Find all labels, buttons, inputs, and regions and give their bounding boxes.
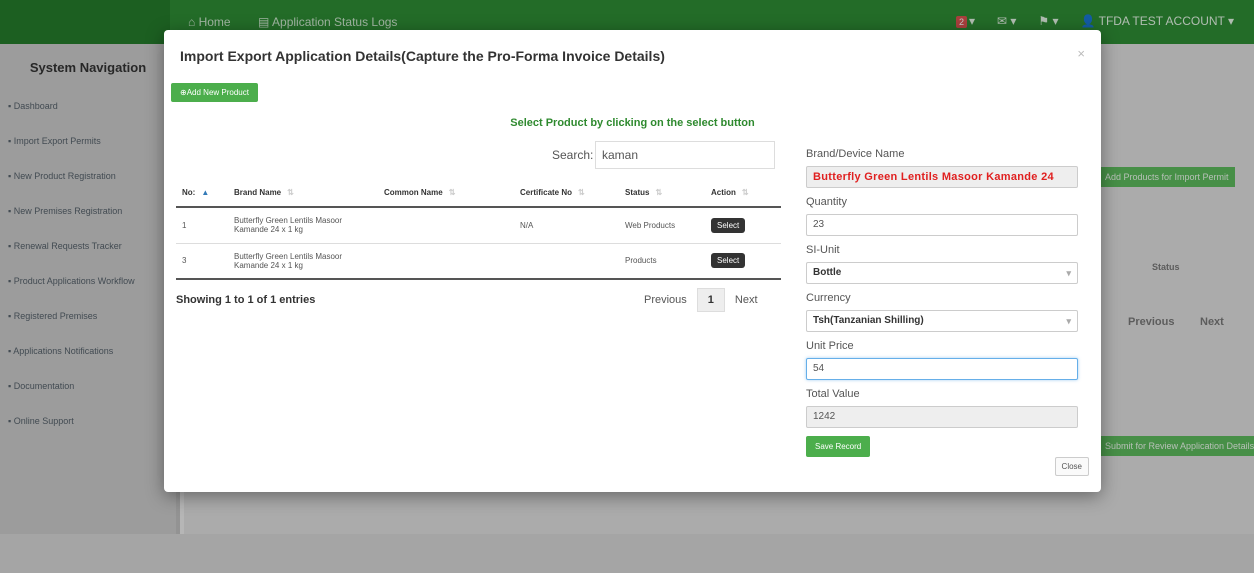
cell-no: 3 [176, 243, 228, 280]
select-button[interactable]: Select [711, 217, 746, 233]
currency-label: Currency [806, 292, 851, 304]
table-header-row: No: ▲ Brand Name ⇅ Common Name ⇅ Certificat… [176, 179, 781, 208]
brand-line-1: Butterfly Green Lentils Masoor [234, 251, 343, 261]
close-button[interactable]: Close [1054, 457, 1089, 476]
column-label: No: [182, 188, 196, 197]
cell-status: Products [619, 243, 705, 280]
add-new-product-label: Add New Product [186, 88, 249, 97]
current-page[interactable]: 1 [696, 288, 725, 312]
column-header-common-name[interactable]: Common Name ⇅ [378, 179, 514, 208]
brand-field: Butterfly Green Lentils Masoor Kamande 2… [806, 166, 1078, 188]
si-unit-value: Bottle [813, 267, 842, 278]
si-unit-select[interactable]: Bottle ▾ [806, 262, 1078, 284]
column-header-action[interactable]: Action ⇅ [705, 179, 781, 208]
cell-certificate-no [514, 243, 619, 280]
column-header-certificate-no[interactable]: Certificate No ⇅ [514, 179, 619, 208]
table-info: Showing 1 to 1 of 1 entries [176, 294, 316, 306]
column-header-brand-name[interactable]: Brand Name ⇅ [228, 179, 378, 208]
column-label: Status [625, 188, 650, 197]
cell-no: 1 [176, 207, 228, 244]
currency-select[interactable]: Tsh(Tanzanian Shilling) ▾ [806, 310, 1078, 332]
sort-icon: ⇅ [287, 188, 294, 197]
unit-price-field[interactable]: 54 [806, 358, 1078, 380]
brand-line-1: Butterfly Green Lentils Masoor [234, 216, 343, 226]
search-label: Search: [552, 148, 594, 162]
cell-brand-name: Butterfly Green Lentils Masoor Kamande 24… [228, 207, 378, 244]
pagination: Previous 1 Next [634, 288, 768, 312]
cell-action: Select [705, 243, 781, 280]
sort-icon: ⇅ [448, 188, 456, 197]
next-page-link[interactable]: Next [725, 289, 768, 311]
cell-common-name [378, 207, 514, 244]
currency-value: Tsh(Tanzanian Shilling) [813, 315, 924, 326]
column-header-status[interactable]: Status ⇅ [619, 179, 705, 208]
cell-action: Select [705, 207, 781, 244]
modal-title: Import Export Application Details(Captur… [180, 48, 665, 64]
column-label: Common Name [384, 188, 443, 197]
brand-line-2: Kamande 24 x 1 kg [234, 225, 303, 235]
chevron-down-icon: ▾ [1066, 268, 1071, 278]
quantity-label: Quantity [806, 196, 847, 208]
cell-certificate-no: N/A [514, 207, 619, 244]
column-label: Brand Name [234, 188, 282, 197]
close-icon[interactable]: × [1077, 46, 1085, 61]
select-button[interactable]: Select [711, 253, 746, 269]
cell-common-name [378, 243, 514, 280]
sort-icon: ⇅ [741, 188, 749, 197]
product-form: Brand/Device Name Butterfly Green Lentil… [806, 148, 1080, 457]
sort-asc-icon: ▲ [201, 188, 210, 197]
column-header-no[interactable]: No: ▲ [176, 179, 228, 208]
table-row: 3 Butterfly Green Lentils Masoor Kamande … [176, 243, 781, 280]
cell-status: Web Products [619, 207, 705, 244]
total-value-label: Total Value [806, 388, 860, 400]
sort-icon: ⇅ [655, 188, 663, 197]
sort-icon: ⇅ [578, 188, 585, 197]
search-input[interactable] [595, 141, 775, 169]
cell-brand-name: Butterfly Green Lentils Masoor Kamande 24… [228, 243, 378, 280]
column-label: Action [711, 188, 736, 197]
column-label: Certificate No [520, 188, 573, 197]
chevron-down-icon: ▾ [1066, 316, 1071, 326]
total-value-field: 1242 [806, 406, 1078, 428]
select-product-hint: Select Product by clicking on the select… [510, 117, 755, 129]
brand-label: Brand/Device Name [806, 148, 905, 160]
plus-circle-icon: ⊕ [180, 88, 187, 97]
product-details-modal: Import Export Application Details(Captur… [164, 30, 1101, 492]
add-new-product-button[interactable]: ⊕Add New Product [171, 83, 258, 102]
quantity-field[interactable]: 23 [806, 214, 1078, 236]
unit-price-label: Unit Price [806, 340, 854, 352]
brand-line-2: Kamande 24 x 1 kg [234, 260, 303, 270]
si-unit-label: SI-Unit [806, 244, 840, 256]
previous-page-link[interactable]: Previous [634, 289, 697, 311]
table-row: 1 Butterfly Green Lentils Masoor Kamande … [176, 207, 781, 244]
save-record-button[interactable]: Save Record [806, 436, 871, 457]
products-table: No: ▲ Brand Name ⇅ Common Name ⇅ Certificat… [176, 179, 781, 280]
